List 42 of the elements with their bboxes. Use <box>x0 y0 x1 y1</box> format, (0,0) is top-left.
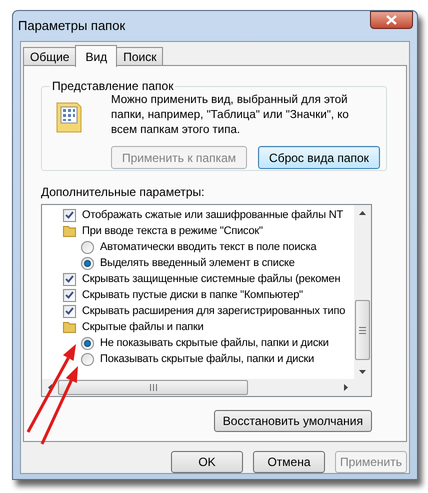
option-label: Не показывать скрытые файлы, папки и диски <box>100 336 329 351</box>
description-text: Можно применить вид, выбранный для этой папки, например, "Таблица" или "Значки", ко всем папкам этого типа. <box>111 93 350 138</box>
scroll-down-icon[interactable] <box>359 370 366 374</box>
option-label: Скрывать защищенные системные файлы (рекомен <box>82 272 340 287</box>
restore-defaults-button[interactable]: Восстановить умолчания <box>214 410 372 432</box>
radio-button[interactable] <box>81 240 94 254</box>
option-label: Выделять введенный элемент в списке <box>100 256 295 271</box>
vertical-scrollbar[interactable] <box>354 205 371 379</box>
reset-folders-button[interactable]: Сброс вида папок <box>258 146 380 169</box>
option-label: Автоматически вводить текст в поле поиска <box>100 240 316 255</box>
radio-button[interactable] <box>81 336 94 350</box>
option-label: Отображать сжатые или зашифрованные файлы NT <box>82 208 343 223</box>
radio-button[interactable] <box>81 256 94 270</box>
close-button[interactable] <box>370 11 413 29</box>
scroll-left-icon[interactable] <box>48 384 52 391</box>
horizontal-scrollbar[interactable] <box>42 379 354 396</box>
window-title: Параметры папок <box>18 17 126 36</box>
folder-icon <box>63 225 76 237</box>
close-icon <box>386 15 397 25</box>
option-label: При вводе текста в режиме "Список" <box>82 224 263 239</box>
checkbox[interactable] <box>63 208 76 222</box>
tab[interactable]: Вид <box>75 45 118 67</box>
tab[interactable]: Общие <box>23 47 76 66</box>
option-label: Скрывать пустые диски в папке "Компьютер" <box>82 288 303 303</box>
dialog-button[interactable]: OK <box>171 451 243 473</box>
checkbox[interactable] <box>63 288 76 302</box>
scroll-thumb[interactable] <box>355 300 370 360</box>
section-label: Дополнительные параметры: <box>41 184 206 201</box>
scroll-thumb[interactable] <box>58 380 248 395</box>
scroll-up-icon[interactable] <box>359 211 366 215</box>
checkbox[interactable] <box>63 272 76 286</box>
checkbox[interactable] <box>63 304 76 318</box>
folder-icon <box>63 321 76 333</box>
scroll-right-icon[interactable] <box>344 384 348 391</box>
group-title: Представление папок <box>51 78 174 95</box>
tab[interactable]: Поиск <box>116 47 164 66</box>
option-label: Скрытые файлы и папки <box>82 320 204 335</box>
option-label: Показывать скрытые файлы, папки и диски <box>100 352 314 367</box>
folder-view-icon <box>56 101 84 133</box>
option-label: Скрывать расширения для зарегистрированных типо <box>82 304 346 319</box>
dialog-button[interactable]: Отмена <box>253 451 325 473</box>
radio-button[interactable] <box>81 352 94 366</box>
